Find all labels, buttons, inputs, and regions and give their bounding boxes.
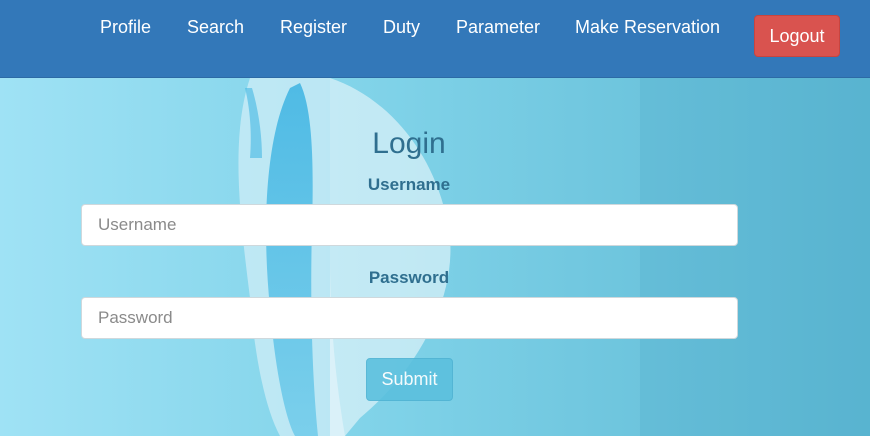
nav-item-parameter[interactable]: Parameter [456, 17, 540, 37]
login-title: Login [372, 127, 446, 160]
submit-button[interactable]: Submit [366, 358, 453, 401]
nav-item-make-reservation[interactable]: Make Reservation [575, 17, 720, 37]
username-label: Username [367, 175, 451, 194]
username-input[interactable] [81, 204, 738, 246]
top-navbar: Profile Search Register Duty Parameter M… [0, 0, 870, 78]
password-input[interactable] [81, 297, 738, 339]
nav-item-duty[interactable]: Duty [383, 17, 420, 37]
nav-item-search[interactable]: Search [187, 17, 244, 37]
password-label: Password [368, 268, 450, 287]
page: Profile Search Register Duty Parameter M… [0, 0, 870, 436]
nav-item-profile[interactable]: Profile [100, 17, 151, 37]
nav-item-register[interactable]: Register [280, 17, 347, 37]
logout-button[interactable]: Logout [754, 15, 840, 57]
